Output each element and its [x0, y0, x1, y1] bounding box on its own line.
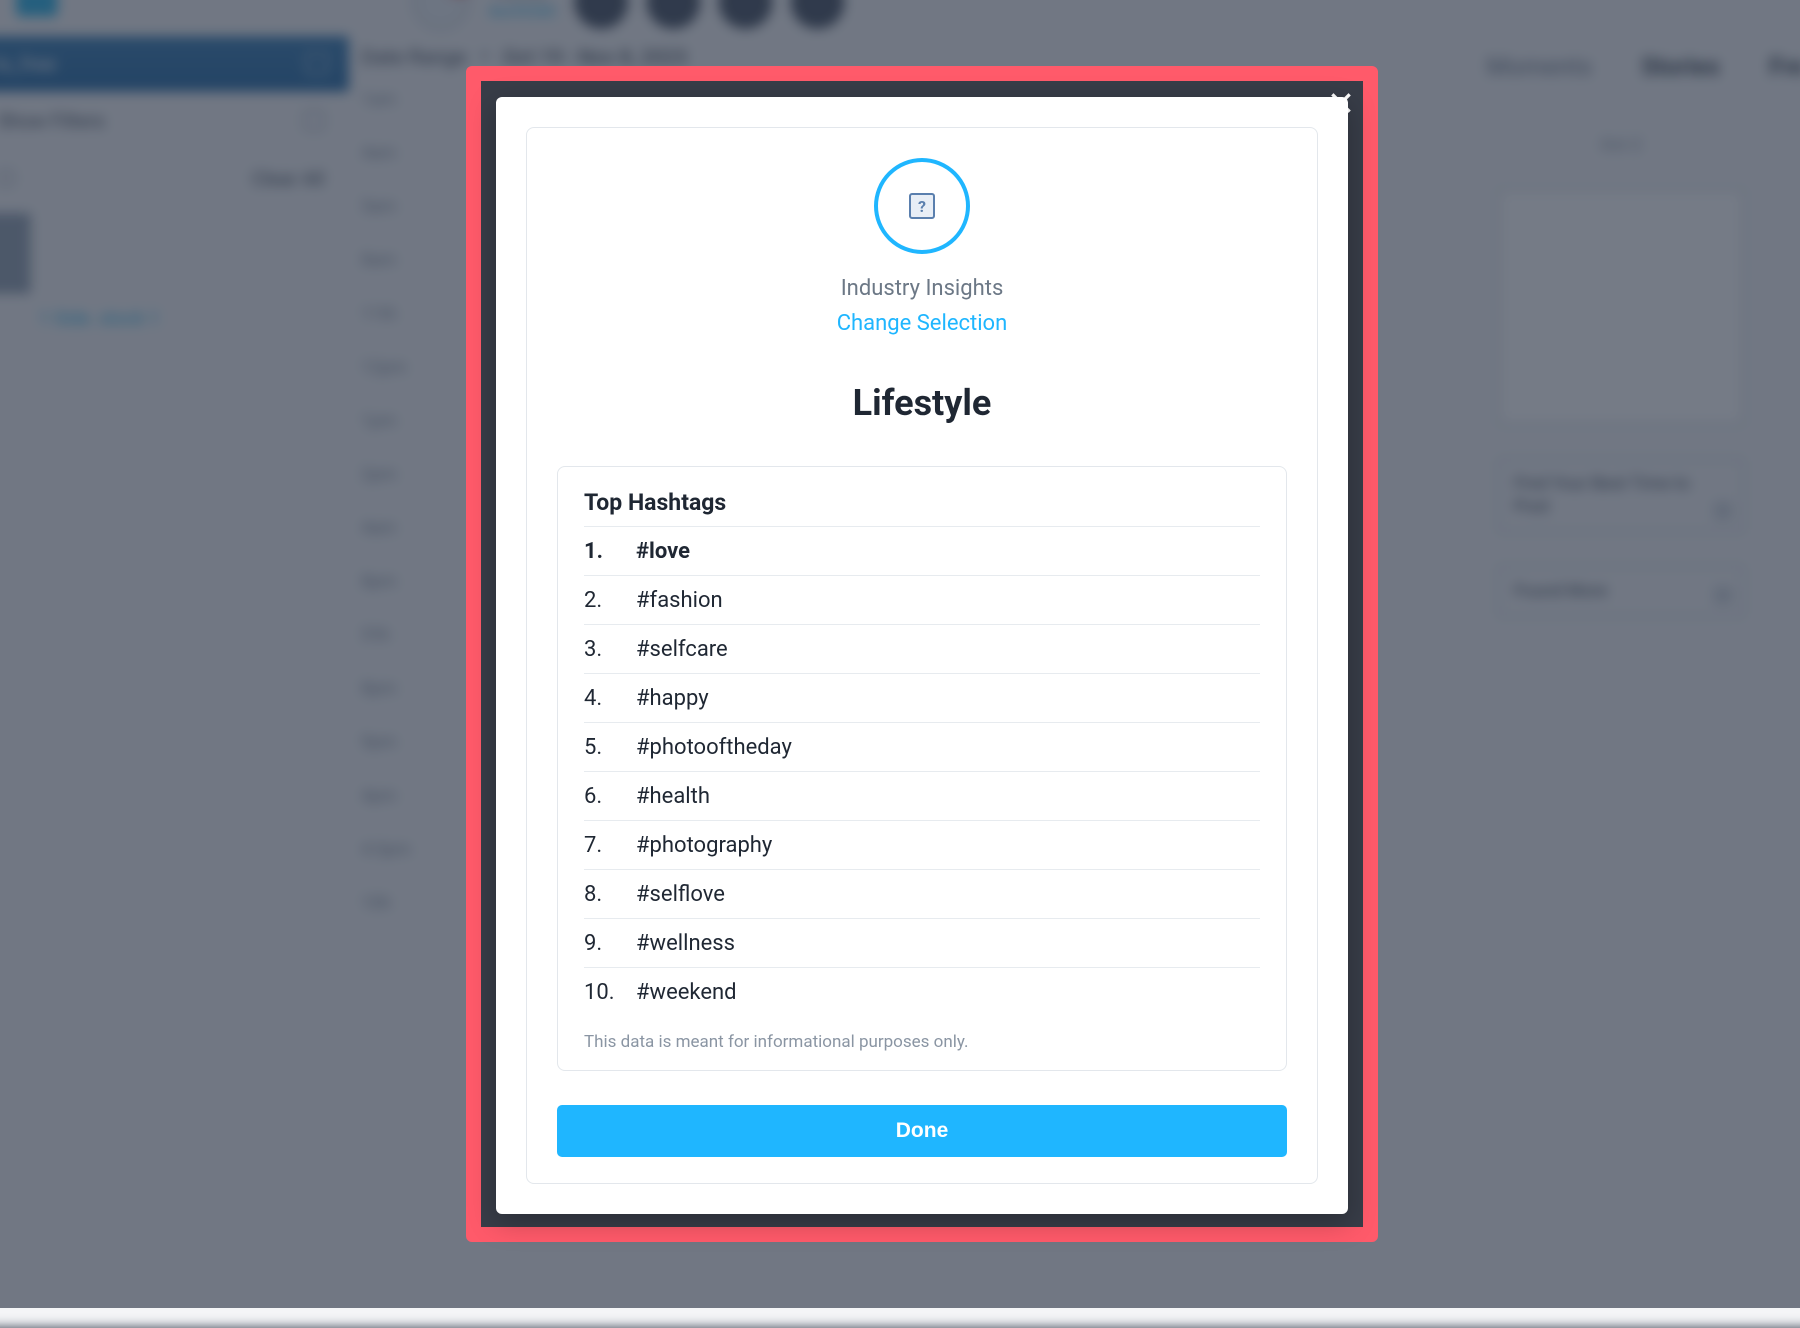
- hashtag-rank: 5.: [584, 735, 618, 760]
- top-hashtags-header: Top Hashtags: [584, 489, 1260, 526]
- hashtag-rank: 2.: [584, 588, 618, 613]
- insights-avatar: ?: [874, 158, 970, 254]
- hashtag-row: 4. #happy: [584, 673, 1260, 722]
- hashtag-rank: 3.: [584, 637, 618, 662]
- hashtag-row: 2. #fashion: [584, 575, 1260, 624]
- hashtag-rank: 9.: [584, 931, 618, 956]
- hashtag-row: 3. #selfcare: [584, 624, 1260, 673]
- hashtag-row: 8. #selflove: [584, 869, 1260, 918]
- hashtag-row: 10. #weekend: [584, 967, 1260, 1016]
- hashtag-value: #photography: [636, 833, 772, 858]
- insights-title: Lifestyle: [853, 382, 992, 424]
- hashtag-value: #selfcare: [636, 637, 728, 662]
- hashtag-rank: 7.: [584, 833, 618, 858]
- hashtag-row: 5. #photooftheday: [584, 722, 1260, 771]
- hashtag-value: #wellness: [636, 931, 735, 956]
- hashtag-value: #photooftheday: [636, 735, 792, 760]
- hashtag-value: #weekend: [636, 980, 737, 1005]
- done-button[interactable]: Done: [557, 1105, 1287, 1157]
- hashtag-row: 9. #wellness: [584, 918, 1260, 967]
- hashtag-value: #fashion: [636, 588, 723, 613]
- industry-insights-modal: ? Industry Insights Change Selection Lif…: [496, 97, 1348, 1214]
- hashtag-row: 1. #love: [584, 526, 1260, 575]
- hashtag-rank: 8.: [584, 882, 618, 907]
- hashtag-value: #selflove: [636, 882, 725, 907]
- hashtag-value: #love: [636, 539, 690, 564]
- highlight-frame: ? Industry Insights Change Selection Lif…: [466, 66, 1378, 1242]
- hashtag-value: #health: [636, 784, 710, 809]
- disclaimer-text: This data is meant for informational pur…: [584, 1032, 1260, 1052]
- hashtag-row: 6. #health: [584, 771, 1260, 820]
- question-icon: ?: [909, 193, 935, 219]
- hashtag-rank: 1.: [584, 539, 618, 564]
- top-hashtags-box: Top Hashtags 1. #love 2. #fashion 3. #selfcar…: [557, 466, 1287, 1071]
- hashtag-rank: 10.: [584, 980, 618, 1005]
- hashtag-value: #happy: [636, 686, 709, 711]
- insights-header: ? Industry Insights Change Selection Lif…: [557, 158, 1287, 424]
- hashtag-rank: 6.: [584, 784, 618, 809]
- change-selection-link[interactable]: Change Selection: [837, 311, 1008, 336]
- hashtag-rank: 4.: [584, 686, 618, 711]
- insights-subtitle: Industry Insights: [841, 276, 1004, 301]
- hashtag-row: 7. #photography: [584, 820, 1260, 869]
- modal-panel: ? Industry Insights Change Selection Lif…: [526, 127, 1318, 1184]
